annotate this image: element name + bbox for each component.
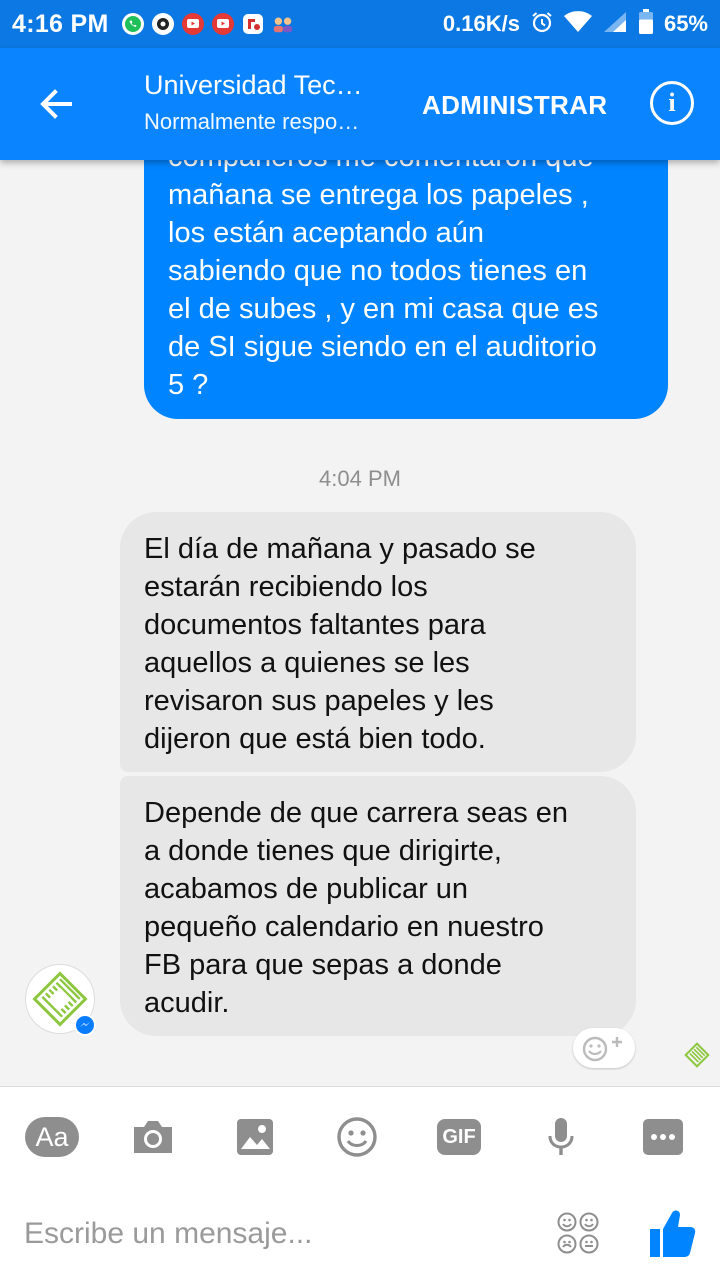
chat-subtitle: Normalmente respo…: [144, 109, 360, 134]
messenger-badge-icon: [74, 1014, 96, 1036]
text-format-button[interactable]: Aa: [24, 1109, 80, 1165]
chat-title: Universidad Tec…: [144, 70, 363, 100]
text-format-label: Aa: [35, 1121, 69, 1152]
messenger-screen: 4:16 PM 0.16K/s 65% Universidad Tec… Nor…: [0, 0, 720, 1280]
emoji-icon: [337, 1117, 377, 1157]
people-icon: [271, 12, 295, 36]
composer: Aa GIF: [0, 1086, 720, 1280]
alarm-icon: [530, 10, 554, 39]
back-button[interactable]: [30, 78, 82, 130]
camera-icon: [134, 1121, 172, 1153]
info-icon: i: [668, 88, 676, 117]
message-list[interactable]: compañeros me comentaron que mañana se e…: [0, 160, 720, 1086]
camera-button[interactable]: [125, 1109, 181, 1165]
microphone-button[interactable]: [533, 1109, 589, 1165]
more-icon: [643, 1119, 683, 1155]
seen-avatar-icon: [683, 1041, 711, 1069]
incoming-message[interactable]: El día de mañana y pasado se estarán rec…: [120, 512, 636, 772]
status-right: 0.16K/s 65%: [442, 8, 708, 40]
youtube-icon: [211, 12, 235, 36]
more-button[interactable]: [635, 1109, 691, 1165]
battery-icon: [638, 8, 654, 40]
network-speed: 0.16K/s: [442, 11, 520, 36]
youtube-icon: [181, 12, 205, 36]
add-reaction-icon: [582, 1036, 622, 1062]
text-format-icon: Aa: [25, 1117, 79, 1157]
back-arrow-icon: [40, 89, 72, 119]
microphone-icon: [548, 1118, 574, 1155]
gif-label: GIF: [442, 1125, 476, 1148]
battery-percent: 65%: [663, 11, 708, 36]
composer-toolbar: Aa GIF: [0, 1109, 720, 1165]
message-text: compañeros me comentaron que mañana se e…: [168, 160, 599, 401]
thumbs-up-icon: [650, 1210, 696, 1257]
app-icon: [241, 12, 265, 36]
sticker-icon: [557, 1212, 599, 1254]
signal-icon: [602, 11, 628, 38]
manage-button[interactable]: ADMINISTRAR: [422, 90, 607, 121]
message-input-row: [0, 1197, 720, 1269]
sticker-button[interactable]: [556, 1211, 600, 1255]
gallery-button[interactable]: [227, 1109, 283, 1165]
notification-icons: [121, 12, 295, 36]
message-input[interactable]: [24, 1209, 524, 1259]
gif-icon: GIF: [437, 1119, 481, 1155]
whatsapp-icon: [121, 12, 145, 36]
outgoing-message[interactable]: compañeros me comentaron que mañana se e…: [144, 160, 668, 419]
chat-header: Universidad Tec… Normalmente respo… ADMI…: [0, 48, 720, 160]
status-time: 4:16 PM: [12, 9, 109, 38]
emoji-button[interactable]: [329, 1109, 385, 1165]
chat-title-block[interactable]: Universidad Tec… Normalmente respo…: [144, 70, 384, 135]
status-bar: 4:16 PM 0.16K/s 65%: [0, 0, 720, 48]
settings-app-icon: [151, 12, 175, 36]
incoming-message[interactable]: Depende de que carrera seas en a donde t…: [120, 776, 636, 1036]
gif-button[interactable]: GIF: [431, 1109, 487, 1165]
message-timestamp: 4:04 PM: [319, 466, 401, 491]
like-button[interactable]: [648, 1207, 696, 1259]
wifi-icon: [563, 10, 592, 38]
gallery-icon: [237, 1119, 273, 1155]
react-button[interactable]: [573, 1028, 635, 1068]
info-button[interactable]: i: [650, 81, 694, 125]
